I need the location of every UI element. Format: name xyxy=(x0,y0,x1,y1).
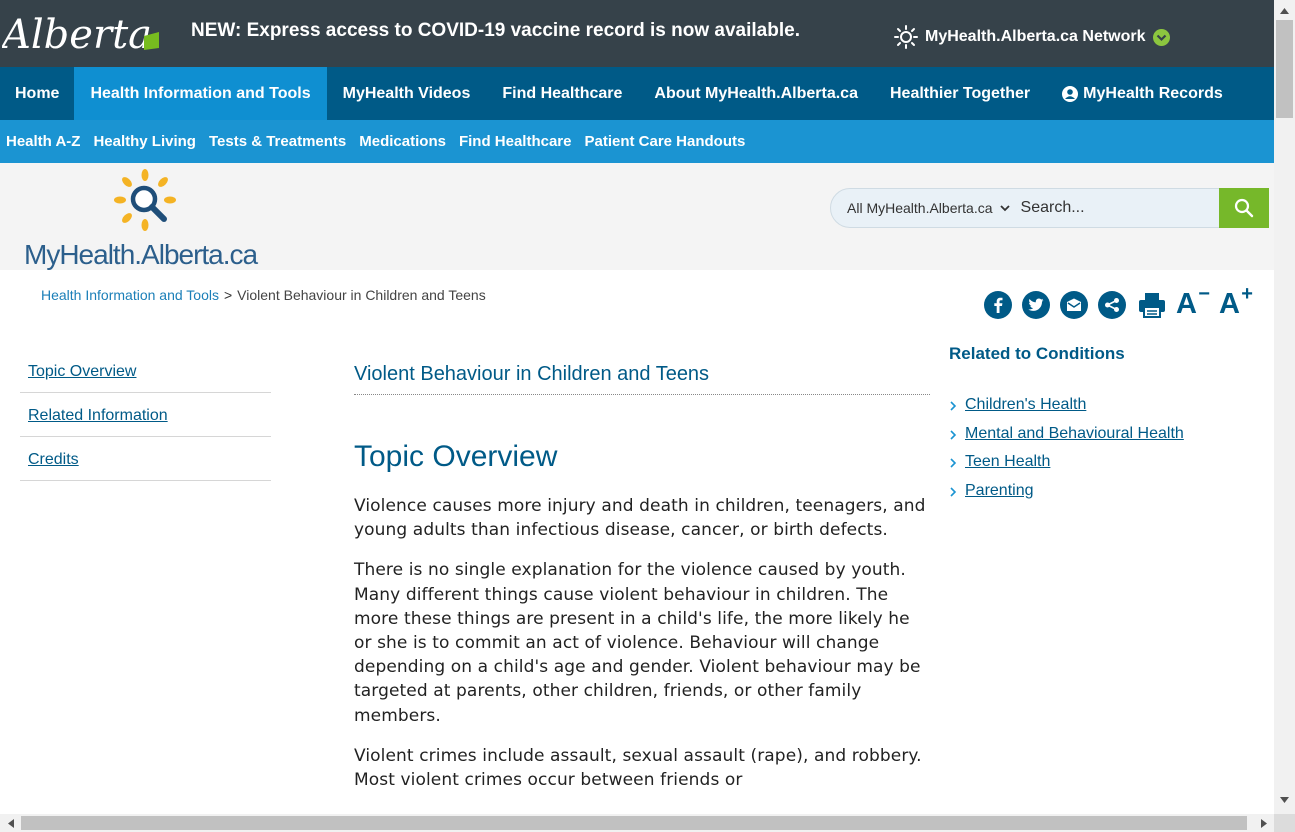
vertical-scroll-thumb[interactable] xyxy=(1276,20,1293,118)
related-conditions: Related to Conditions Children's Health … xyxy=(949,344,1249,510)
section-nav-topic-overview[interactable]: Topic Overview xyxy=(20,349,271,393)
subnav-tests-treatments[interactable]: Tests & Treatments xyxy=(209,133,346,150)
section-nav-related-information[interactable]: Related Information xyxy=(20,393,271,437)
article-paragraph: Violence causes more injury and death in… xyxy=(354,496,926,541)
nav-myhealth-videos[interactable]: MyHealth Videos xyxy=(327,67,487,120)
section-heading: Topic Overview xyxy=(354,440,558,473)
vertical-scrollbar[interactable] xyxy=(1274,0,1295,814)
search-button[interactable] xyxy=(1219,188,1269,228)
scroll-down-arrow-icon[interactable] xyxy=(1274,791,1295,808)
chevron-down-icon xyxy=(999,205,1010,212)
breadcrumb: Health Information and Tools > Violent Beh… xyxy=(41,287,486,303)
section-nav-credits[interactable]: Credits xyxy=(20,437,271,481)
scroll-left-arrow-icon[interactable] xyxy=(2,814,19,832)
breadcrumb-current: Violent Behaviour in Children and Teens xyxy=(237,287,486,303)
list-item: Children's Health xyxy=(949,396,1249,425)
sun-magnifier-icon xyxy=(114,169,176,231)
decrease-text-size-label: A xyxy=(1176,288,1197,320)
section-nav: Topic Overview Related Information Credi… xyxy=(20,349,271,481)
search-input[interactable] xyxy=(1020,199,1206,217)
chevron-right-icon xyxy=(950,401,957,411)
scroll-up-arrow-icon[interactable] xyxy=(1274,2,1295,19)
share-icon xyxy=(1105,297,1119,312)
search-icon xyxy=(1234,198,1254,218)
myhealth-logo[interactable]: MyHealth.Alberta.ca xyxy=(24,169,264,270)
nav-find-healthcare[interactable]: Find Healthcare xyxy=(486,67,638,120)
subnav-find-healthcare[interactable]: Find Healthcare xyxy=(459,133,572,150)
facebook-share-button[interactable] xyxy=(984,290,1012,319)
chevron-down-circle-icon xyxy=(1152,28,1170,46)
chevron-right-icon xyxy=(950,486,957,497)
sun-icon xyxy=(894,25,918,49)
nav-myhealth-records-label: MyHealth Records xyxy=(1083,85,1223,102)
nav-home[interactable]: Home xyxy=(0,67,74,120)
network-label: MyHealth.Alberta.ca Network xyxy=(925,28,1146,45)
scrollbar-corner xyxy=(1274,814,1295,832)
search-scope-label: All MyHealth.Alberta.ca xyxy=(847,200,993,216)
print-icon[interactable] xyxy=(1138,291,1166,319)
alberta-logo-text: Alberta xyxy=(2,12,152,56)
alberta-logo[interactable]: Alberta xyxy=(0,10,162,58)
list-item: Parenting xyxy=(949,482,1249,511)
page-tools: A − A + xyxy=(984,283,1254,321)
chevron-right-icon xyxy=(950,429,957,440)
nav-healthier-together[interactable]: Healthier Together xyxy=(874,67,1046,120)
breadcrumb-parent-link[interactable]: Health Information and Tools xyxy=(41,287,219,303)
subnav-healthy-living[interactable]: Healthy Living xyxy=(93,133,196,150)
related-link-teen-health[interactable]: Teen Health xyxy=(965,453,1050,471)
main-nav: Home Health Information and Tools MyHeal… xyxy=(0,67,1274,120)
increase-text-size-button[interactable]: A + xyxy=(1218,283,1253,321)
related-link-mental-behavioural-health[interactable]: Mental and Behavioural Health xyxy=(965,425,1184,443)
envelope-icon xyxy=(1067,298,1081,311)
share-button[interactable] xyxy=(1098,290,1126,319)
horizontal-scroll-thumb[interactable] xyxy=(21,816,1247,830)
horizontal-scrollbar[interactable] xyxy=(0,814,1274,832)
covid-announcement[interactable]: NEW: Express access to COVID-19 vaccine … xyxy=(191,20,800,42)
subnav-medications[interactable]: Medications xyxy=(359,133,446,150)
site-header: MyHealth.Alberta.ca All MyHealth.Alberta… xyxy=(0,163,1274,270)
facebook-icon xyxy=(994,297,1003,313)
network-menu[interactable]: MyHealth.Alberta.ca Network xyxy=(894,25,1170,49)
myhealth-logo-text: MyHealth.Alberta.ca xyxy=(24,239,258,270)
scroll-right-arrow-icon[interactable] xyxy=(1255,814,1272,832)
decrease-text-size-sign: − xyxy=(1198,283,1210,305)
article-paragraph: Violent crimes include assault, sexual a… xyxy=(354,745,922,791)
breadcrumb-separator: > xyxy=(223,287,233,303)
related-link-childrens-health[interactable]: Children's Health xyxy=(965,396,1086,414)
nav-myhealth-records[interactable]: MyHealth Records xyxy=(1046,67,1239,120)
top-bar: Alberta NEW: Express access to COVID-19 … xyxy=(0,0,1274,67)
user-icon xyxy=(1062,85,1079,102)
article-paragraph: There is no single explanation for the v… xyxy=(354,560,921,726)
email-share-button[interactable] xyxy=(1060,290,1088,319)
sub-nav: Health A-Z Healthy Living Tests & Treatm… xyxy=(0,120,1274,163)
twitter-share-button[interactable] xyxy=(1022,290,1050,319)
subnav-patient-care-handouts[interactable]: Patient Care Handouts xyxy=(584,133,745,150)
nav-about[interactable]: About MyHealth.Alberta.ca xyxy=(638,67,874,120)
increase-text-size-sign: + xyxy=(1241,283,1253,305)
list-item: Teen Health xyxy=(949,453,1249,482)
search-scope-select[interactable]: All MyHealth.Alberta.ca xyxy=(831,200,1011,216)
article: Violent Behaviour in Children and Teens … xyxy=(354,350,930,792)
nav-health-information-and-tools[interactable]: Health Information and Tools xyxy=(74,67,327,120)
search-bar: All MyHealth.Alberta.ca xyxy=(830,188,1269,228)
chevron-right-icon xyxy=(950,458,957,468)
subnav-health-a-z[interactable]: Health A-Z xyxy=(6,133,80,150)
related-link-parenting[interactable]: Parenting xyxy=(965,482,1034,500)
decrease-text-size-button[interactable]: A − xyxy=(1176,283,1210,321)
twitter-icon xyxy=(1028,298,1044,311)
increase-text-size-label: A xyxy=(1218,288,1240,320)
related-list: Children's Health Mental and Behavioural… xyxy=(949,396,1249,510)
page-title: Violent Behaviour in Children and Teens xyxy=(354,350,930,395)
related-heading: Related to Conditions xyxy=(949,344,1125,363)
list-item: Mental and Behavioural Health xyxy=(949,425,1249,454)
